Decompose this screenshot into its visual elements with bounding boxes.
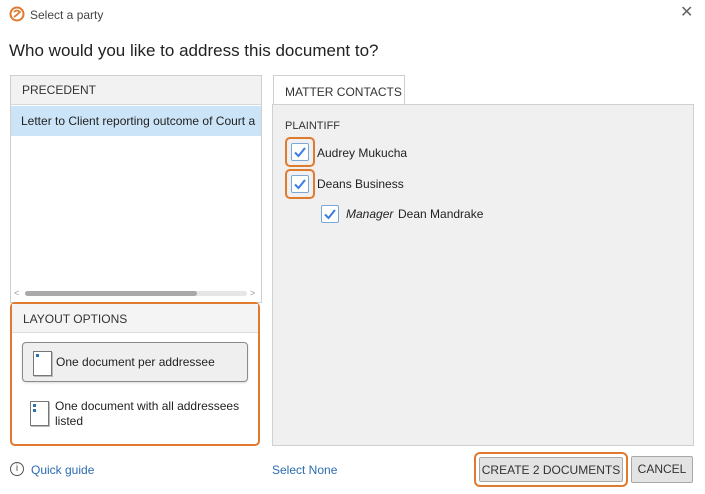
- layout-options-panel: LAYOUT OPTIONS One document per addresse…: [10, 302, 260, 446]
- precedent-panel: PRECEDENT Letter to Client reporting out…: [10, 75, 262, 303]
- multi-addressee-document-icon: [30, 401, 49, 426]
- select-none-link[interactable]: Select None: [272, 463, 337, 477]
- option-label: One document per addressee: [56, 355, 215, 369]
- scroll-right-icon[interactable]: >: [250, 288, 255, 298]
- scroll-left-icon[interactable]: <: [14, 288, 19, 298]
- tab-label: MATTER CONTACTS: [285, 85, 402, 99]
- group-label-plaintiff: PLAINTIFF: [285, 120, 341, 132]
- window-title: Select a party: [30, 8, 104, 22]
- precedent-list-item[interactable]: Letter to Client reporting outcome of Co…: [11, 106, 261, 136]
- page-title: Who would you like to address this docum…: [9, 41, 379, 60]
- matter-contacts-panel: PLAINTIFF Audrey Mukucha Deans Business …: [272, 104, 694, 446]
- contact-name: Audrey Mukucha: [317, 146, 408, 160]
- precedent-header-label: PRECEDENT: [22, 83, 97, 97]
- contact-checkbox-deans-business[interactable]: [291, 175, 309, 193]
- single-document-icon: [33, 351, 52, 376]
- contact-name: Deans Business: [317, 177, 404, 191]
- layout-options-header-label: LAYOUT OPTIONS: [23, 312, 128, 326]
- horizontal-scrollbar[interactable]: < >: [11, 286, 261, 300]
- info-icon[interactable]: i: [10, 462, 24, 476]
- layout-options-header: LAYOUT OPTIONS: [12, 304, 258, 333]
- option-one-per-addressee[interactable]: One document per addressee: [22, 342, 248, 382]
- close-icon[interactable]: ✕: [680, 5, 693, 21]
- precedent-header: PRECEDENT: [11, 76, 261, 105]
- checkmark-icon: [294, 179, 306, 190]
- app-logo-icon: [9, 6, 25, 22]
- option-all-addressees[interactable]: One document with all addressees listed: [22, 393, 246, 435]
- checkmark-icon: [294, 147, 306, 158]
- create-documents-button[interactable]: CREATE 2 DOCUMENTS: [479, 457, 623, 482]
- checkmark-icon: [324, 209, 336, 220]
- contact-checkbox-dean-mandrake[interactable]: [321, 205, 339, 223]
- contact-role: Manager: [346, 207, 394, 221]
- quick-guide-link[interactable]: Quick guide: [31, 463, 94, 477]
- contact-name: Dean Mandrake: [398, 207, 484, 221]
- cancel-button[interactable]: CANCEL: [631, 456, 693, 483]
- tab-matter-contacts[interactable]: MATTER CONTACTS: [273, 75, 405, 105]
- option-label: One document with all addressees listed: [55, 399, 240, 428]
- contact-checkbox-audrey[interactable]: [291, 143, 309, 161]
- precedent-item-label: Letter to Client reporting outcome of Co…: [21, 114, 256, 128]
- create-button-highlight: CREATE 2 DOCUMENTS: [474, 452, 628, 487]
- scrollbar-thumb[interactable]: [25, 291, 197, 296]
